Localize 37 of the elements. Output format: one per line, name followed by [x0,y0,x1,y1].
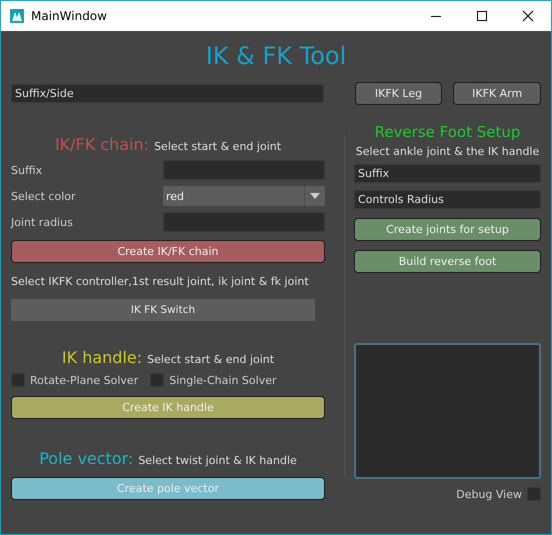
preset-button[interactable]: IKFK Leg [354,82,442,105]
section-hint: Select ankle joint & the IK handle [354,145,540,158]
ik-fk-switch-button[interactable]: IK FK Switch [11,299,315,321]
section-heading: Pole vector: [39,449,134,468]
color-dropdown[interactable]: red [163,186,325,206]
reverse-foot-button[interactable]: Build reverse foot [354,250,541,273]
field-label: Suffix [11,164,42,176]
suffix-side-field[interactable]: Suffix/Side [11,84,324,103]
tool-title: IK & FK Tool [204,41,348,71]
preset-button[interactable]: IKFK Arm [453,82,541,105]
field-label: Joint radius [11,216,73,228]
checkbox[interactable] [527,487,541,501]
checkbox-label: Debug View [456,488,522,500]
caret-icon [310,193,320,199]
input-field[interactable] [163,160,325,180]
checkbox[interactable] [11,373,25,387]
input-field[interactable]: Suffix [354,164,541,183]
reverse-foot-button[interactable]: Create joints for setup [354,218,541,241]
section-heading: Reverse Foot Setup [374,122,522,142]
maximize-icon[interactable] [476,10,488,22]
section-hint: Select twist joint & IK handle [138,454,297,467]
checkbox-label: Single-Chain Solver [169,374,276,386]
section-hint: Select start & end joint [147,353,274,366]
input-field[interactable]: Controls Radius [354,190,541,209]
section-heading: IK handle: [62,348,142,367]
input-field[interactable] [163,212,325,232]
section-heading: IK/FK chain: [54,135,150,154]
close-icon[interactable] [522,10,534,22]
instruction-text: Select IKFK controller,1st result joint, ik joint & fk joint [11,274,310,290]
window-title: MainWindow [31,9,108,23]
field-label: Select color [11,190,76,202]
create-ik-handle-button[interactable]: Create IK handle [11,396,325,419]
checkbox[interactable] [150,373,164,387]
create-chain-button[interactable]: Create IK/FK chain [11,240,325,263]
checkbox-label: Rotate-Plane Solver [30,374,138,386]
section-hint: Select start & end joint [154,140,282,153]
app-icon [9,8,25,24]
